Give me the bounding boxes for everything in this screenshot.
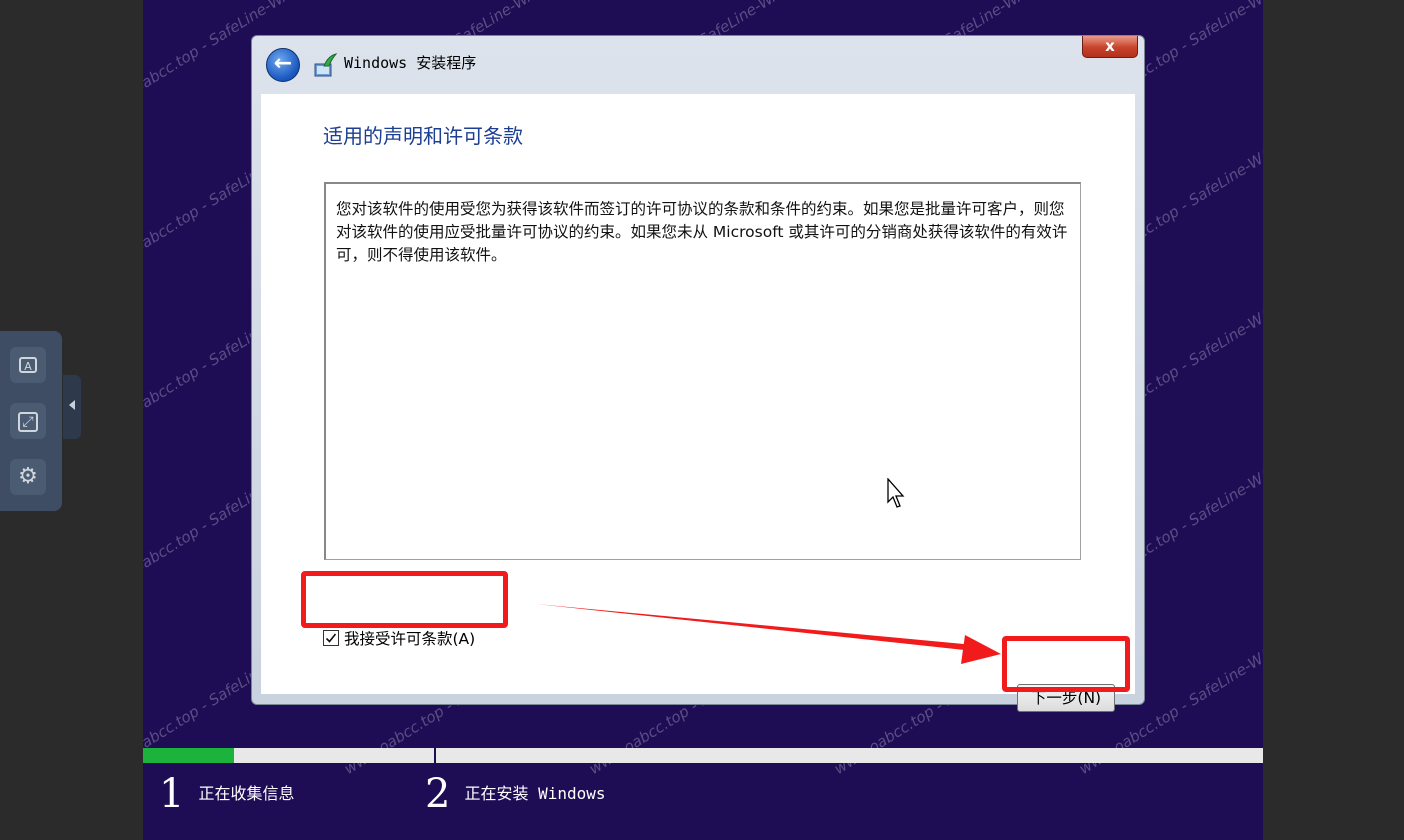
panel-collapse-handle[interactable]: [63, 375, 81, 439]
viewer-frame: www.oabcc.top - SafeLine-WAF www.oabcc.to…: [0, 0, 1404, 840]
keyboard-button[interactable]: A: [10, 347, 46, 383]
collapse-arrow-icon: [69, 400, 75, 410]
step-installing-windows: 2 正在安装 Windows: [425, 772, 606, 816]
gear-icon: ⚙: [18, 464, 38, 489]
step-label: 正在收集信息: [198, 784, 295, 803]
step-number: 1: [159, 771, 185, 817]
fullscreen-button[interactable]: ⤢: [10, 403, 46, 439]
settings-button[interactable]: ⚙: [10, 459, 46, 495]
vm-screen[interactable]: www.oabcc.top - SafeLine-WAF www.oabcc.to…: [143, 0, 1263, 840]
step-number: 2: [425, 771, 451, 817]
install-progress-bar: [143, 748, 1263, 763]
step-collecting-info: 1 正在收集信息: [159, 772, 294, 816]
annotation-arrow: [536, 604, 1001, 664]
progress-fill: [143, 748, 234, 763]
fullscreen-icon: ⤢: [18, 412, 38, 432]
progress-divider: [434, 748, 436, 763]
step-label: 正在安装 Windows: [464, 784, 606, 803]
keyboard-a-icon: A: [19, 357, 37, 373]
mouse-cursor-icon: [887, 478, 905, 508]
remote-tool-panel: A ⤢ ⚙: [0, 331, 62, 511]
